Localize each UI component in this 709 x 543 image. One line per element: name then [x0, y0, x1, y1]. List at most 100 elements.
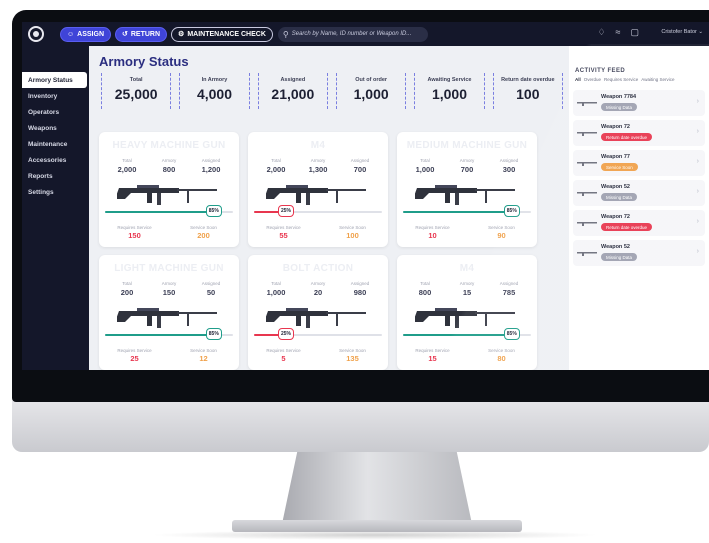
stat-label: Return date overdue [501, 77, 555, 83]
card-title: M4 [459, 263, 475, 274]
weapon-card-medium-machine-gun[interactable]: MEDIUM MACHINE GUN Total Armory Assigned 1,0… [397, 132, 537, 247]
return-button[interactable]: ↺ RETURN [115, 26, 168, 42]
availability-bar-fill [403, 334, 512, 336]
monitor-chin [12, 394, 709, 452]
stat-label: Awaiting Service [427, 77, 472, 83]
activity-feed-item[interactable]: Weapon 72 Return date overdue › [573, 120, 705, 146]
chevron-right-icon: › [696, 248, 699, 255]
label-total: Total [271, 281, 281, 286]
stat-label: In Armory [201, 77, 228, 83]
user-icon: ☺ [67, 30, 75, 38]
card-service-labels: Requires Service Service Soon [405, 348, 529, 353]
weapon-card-heavy-machine-gun[interactable]: HEAVY MACHINE GUN Total Armory Assigned 2,00… [99, 132, 239, 247]
user-menu[interactable]: Cristofer Bator ⌄ [661, 29, 703, 35]
sidebar-item-accessories[interactable]: Accessories [22, 152, 89, 168]
card-counts: 1,000 700 300 [405, 165, 529, 174]
app-screen: ☺ ASSIGN ↺ RETURN ⚙ MAINTENANCE CHECK ⚲ … [22, 22, 709, 370]
card-service-labels: Requires Service Service Soon [405, 225, 529, 230]
chevron-right-icon: › [696, 98, 699, 105]
weapon-silhouette-icon [413, 308, 515, 328]
search-input[interactable]: ⚲ Search by Name, ID number or Weapon ID… [277, 26, 428, 42]
card-service-labels: Requires Service Service Soon [107, 348, 231, 353]
device-icon[interactable]: ▢ [630, 27, 639, 38]
bell-icon[interactable]: ♢ [597, 27, 605, 38]
sidebar-item-label: Weapons [28, 124, 57, 132]
label-requires-service: Requires Service [415, 348, 450, 353]
weapon-thumbnail-icon [577, 132, 597, 136]
weapon-thumbnail-icon [577, 192, 597, 196]
app-logo-icon[interactable] [28, 26, 44, 42]
user-name: Cristofer Bator [661, 29, 697, 35]
activity-feed: ACTIVITY FEED All Overdue Requires Servi… [569, 46, 709, 370]
activity-feed-item[interactable]: Weapon 7784 Missing Data › [573, 90, 705, 116]
weapon-thumbnail-icon [577, 222, 597, 226]
activity-feed-item[interactable]: Weapon 72 Return date overdue › [573, 210, 705, 236]
label-assigned: Assigned [350, 281, 370, 286]
count-total: 2,000 [117, 165, 137, 174]
sidebar-item-armory-status[interactable]: Armory Status [22, 72, 87, 88]
sidebar-item-reports[interactable]: Reports [22, 168, 89, 184]
sidebar-item-label: Armory Status [28, 76, 73, 84]
stat-return-overdue: Return date overdue 100 [492, 73, 563, 109]
card-counts: 200 150 50 [107, 288, 231, 297]
screen-bottom-edge [22, 370, 709, 392]
label-armory: Armory [310, 158, 326, 163]
label-total: Total [420, 281, 430, 286]
count-service-soon: 80 [497, 354, 506, 363]
sidebar-item-label: Operators [28, 108, 60, 116]
stat-value: 21,000 [271, 86, 315, 102]
sidebar-item-weapons[interactable]: Weapons [22, 120, 89, 136]
card-service-counts: 5 135 [256, 354, 380, 363]
activity-feed-item[interactable]: Weapon 52 Missing Data › [573, 180, 705, 206]
chevron-right-icon: › [696, 218, 699, 225]
sidebar-item-settings[interactable]: Settings [22, 184, 89, 200]
feed-item-status-badge: Missing Data [601, 193, 638, 201]
count-assigned: 300 [502, 165, 516, 174]
stat-awaiting-service: Awaiting Service 1,000 [414, 73, 485, 109]
availability-percent-badge: 85% [205, 205, 222, 217]
count-assigned: 700 [353, 165, 367, 174]
weapon-card-bolt-action[interactable]: BOLT ACTION Total Armory Assigned 1,000 20 980… [248, 255, 388, 370]
label-assigned: Assigned [350, 158, 370, 163]
sidebar-item-operators[interactable]: Operators [22, 104, 89, 120]
monitor-scene: ☺ ASSIGN ↺ RETURN ⚙ MAINTENANCE CHECK ⚲ … [0, 0, 709, 543]
card-service-labels: Requires Service Service Soon [256, 348, 380, 353]
weapon-card-m4[interactable]: M4 Total Armory Assigned 2,000 1,300 700 25% Req… [248, 132, 388, 247]
tab-awaiting-service[interactable]: Awaiting Service [641, 77, 674, 82]
weapon-silhouette-icon [115, 308, 217, 328]
label-armory: Armory [459, 158, 475, 163]
card-column-labels: Total Armory Assigned [256, 158, 380, 163]
sidebar-item-label: Inventory [28, 92, 58, 100]
maintenance-check-button[interactable]: ⚙ MAINTENANCE CHECK [171, 26, 273, 42]
page-title: Armory Status [99, 54, 189, 69]
sidebar: Armory Status Inventory Operators Weapon… [22, 46, 89, 370]
count-requires-service: 15 [428, 354, 437, 363]
weapon-card-light-machine-gun[interactable]: LIGHT MACHINE GUN Total Armory Assigned 200 1… [99, 255, 239, 370]
stat-label: Total [129, 77, 143, 83]
feed-item-name: Weapon 77 [601, 154, 630, 160]
sidebar-item-inventory[interactable]: Inventory [22, 88, 89, 104]
weapon-card-m4-2[interactable]: M4 Total Armory Assigned 800 15 785 85% Requires… [397, 255, 537, 370]
card-service-counts: 10 90 [405, 231, 529, 240]
availability-percent-badge: 85% [503, 205, 520, 217]
chevron-right-icon: › [696, 158, 699, 165]
activity-feed-item[interactable]: Weapon 52 Missing Data › [573, 240, 705, 266]
feed-item-status-badge: Missing Data [601, 253, 638, 261]
wifi-icon[interactable]: ≈ [616, 27, 621, 38]
tab-overdue[interactable]: Overdue [584, 77, 601, 82]
feed-item-name: Weapon 72 [601, 124, 630, 130]
card-column-labels: Total Armory Assigned [107, 281, 231, 286]
count-armory: 150 [162, 288, 176, 297]
tab-requires-service[interactable]: Requires Service [604, 77, 638, 82]
label-service-soon: Service Soon [339, 348, 366, 353]
sidebar-item-maintenance[interactable]: Maintenance [22, 136, 89, 152]
activity-feed-item[interactable]: Weapon 77 Service Soon › [573, 150, 705, 176]
feed-item-status-badge: Service Soon [601, 163, 638, 171]
stat-label: Out of order [355, 77, 388, 83]
count-service-soon: 12 [199, 354, 208, 363]
search-placeholder: Search by Name, ID number or Weapon ID..… [291, 31, 412, 37]
chevron-right-icon: › [696, 128, 699, 135]
tab-all[interactable]: All [575, 77, 581, 82]
assign-button[interactable]: ☺ ASSIGN [60, 26, 111, 42]
count-total: 1,000 [266, 288, 286, 297]
